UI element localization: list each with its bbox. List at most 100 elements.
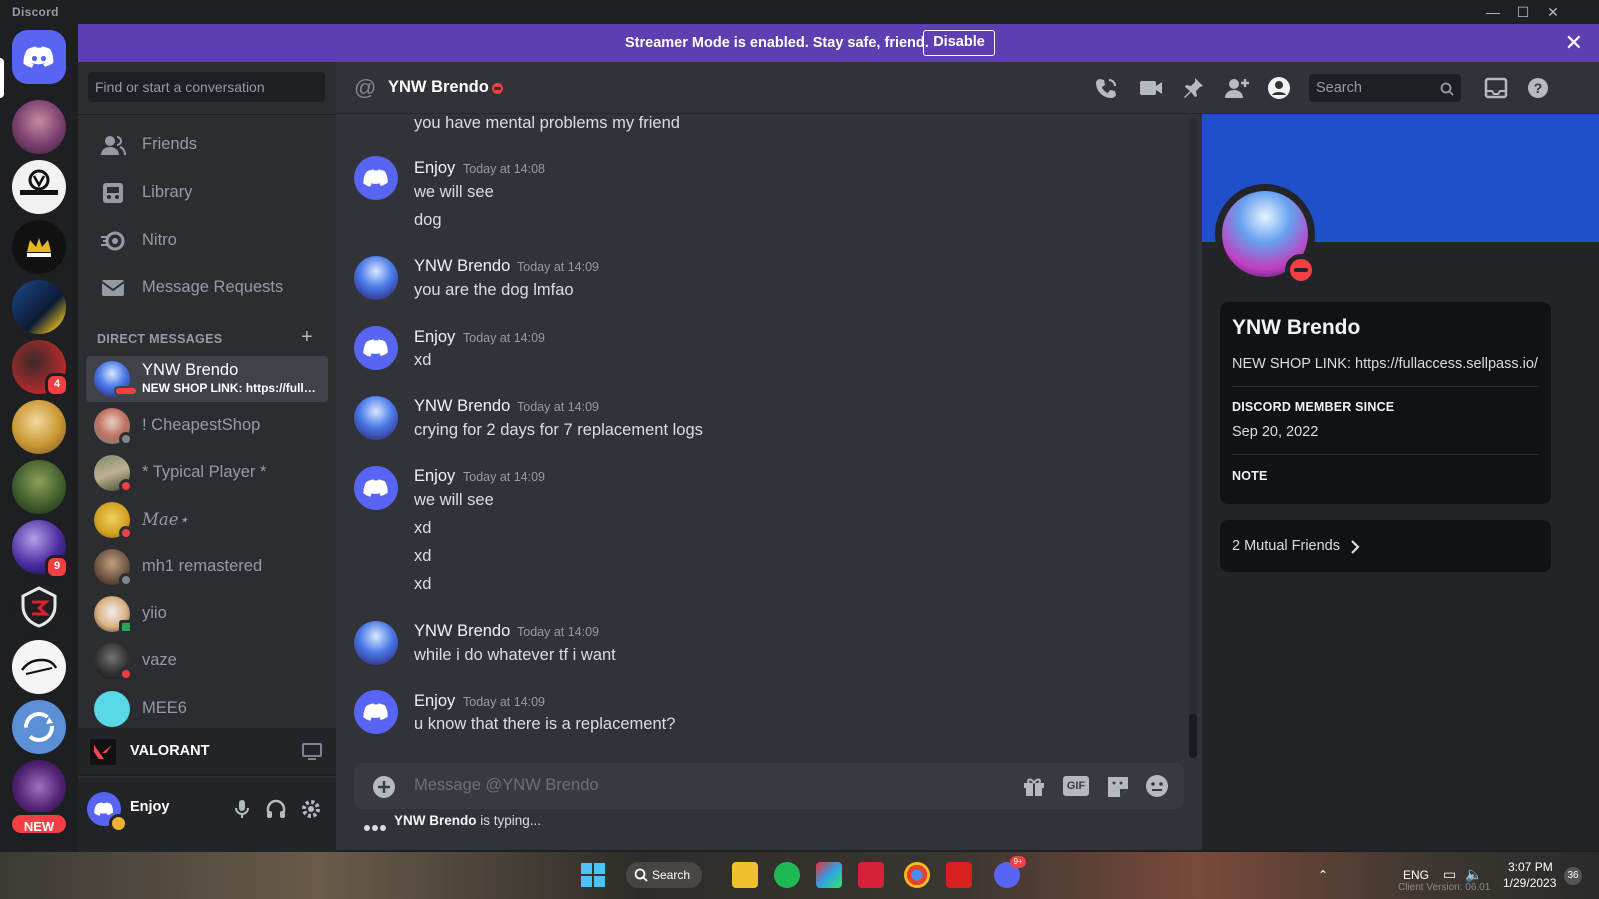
message-input[interactable]: Message @YNW Brendo [414,776,599,795]
taskbar-search[interactable]: Search [626,862,702,888]
message-author[interactable]: YNW Brendo [414,257,510,276]
server-icon[interactable] [12,760,66,814]
message-text: while i do whatever tf i want [414,646,616,664]
chevron-up-icon[interactable]: ⌃ [1318,868,1328,882]
message-author[interactable]: Enjoy [414,328,455,347]
add-attachment-icon[interactable] [372,775,396,799]
message-author[interactable]: Enjoy [414,692,455,711]
message-avatar[interactable] [354,256,398,300]
message-author[interactable]: Enjoy [414,467,455,486]
message-avatar[interactable] [354,326,398,370]
windows-start-icon[interactable] [580,862,606,888]
pin-icon[interactable] [1181,76,1207,100]
close-window-button[interactable]: ✕ [1538,2,1568,22]
sticker-icon[interactable] [1105,774,1131,798]
app-icon[interactable] [858,862,884,888]
dm-item-cheapestshop[interactable]: ! CheapestShop [86,403,328,449]
message-author[interactable]: YNW Brendo [414,397,510,416]
activity-panel: VALORANT [78,728,336,776]
dm-name: MEE6 [142,699,187,717]
user-profile-icon[interactable] [1267,76,1293,100]
message-text: we will see [414,183,494,201]
close-banner-icon[interactable]: ✕ [1565,30,1583,56]
dm-item-typical-player[interactable]: * Typical Player * [86,450,328,496]
create-dm-icon[interactable]: + [301,326,313,349]
voice-call-icon[interactable] [1094,76,1120,100]
file-explorer-icon[interactable] [732,862,758,888]
header-username[interactable]: YNW Brendo [388,78,489,97]
header-search-input[interactable]: Search [1309,74,1461,102]
network-icon[interactable]: ▭ [1443,866,1456,883]
mutual-friends-button[interactable]: 2 Mutual Friends [1220,520,1551,572]
video-call-icon[interactable] [1138,76,1164,100]
message-timestamp: Today at 14:09 [463,470,546,484]
chrome-icon[interactable] [904,862,930,888]
taskbar-search-label: Search [652,868,691,882]
pdf-reader-icon[interactable] [946,862,972,888]
language-indicator[interactable]: ENG [1403,868,1429,882]
server-icon[interactable] [12,160,66,214]
inbox-icon[interactable] [1483,76,1509,100]
spotify-icon[interactable] [774,862,800,888]
server-list: 4 9 NEW [0,24,78,852]
nav-message-requests[interactable]: Message Requests [86,267,328,309]
server-icon[interactable] [12,100,66,154]
clock-time[interactable]: 3:07 PM [1508,860,1553,874]
client-version-text: Client Version: 06.01 [1398,882,1491,893]
nav-library[interactable]: Library [86,172,328,214]
scrollbar-thumb[interactable] [1189,714,1197,758]
dm-item-mee6[interactable]: MEE6 [86,686,328,732]
server-icon[interactable] [12,700,66,754]
message-author[interactable]: YNW Brendo [414,622,510,641]
dm-item-ynw-brendo[interactable]: YNW Brendo NEW SHOP LINK: https://fullac… [86,356,328,402]
dm-item-mh1-remastered[interactable]: mh1 remastered [86,544,328,590]
message-timestamp: Today at 14:09 [517,400,600,414]
message-avatar[interactable] [354,396,398,440]
add-friend-icon[interactable] [1224,76,1250,100]
server-icon[interactable] [12,400,66,454]
emoji-icon[interactable] [1145,774,1171,798]
message-avatar[interactable] [354,156,398,200]
shield-logo-icon [21,586,57,628]
message-avatar[interactable] [354,621,398,665]
message-author[interactable]: Enjoy [414,159,455,178]
home-button[interactable] [12,30,66,84]
message-avatar[interactable] [354,690,398,734]
scrollbar-track[interactable] [1189,118,1197,758]
dm-item-mae[interactable]: 𝑀𝑎𝑒⋆ [86,497,328,543]
dm-item-vaze[interactable]: vaze [86,638,328,684]
headphones-icon[interactable] [265,798,287,820]
disable-streamer-button[interactable]: Disable [923,30,995,56]
conversation-search-input[interactable]: Find or start a conversation [88,72,325,102]
minimize-button[interactable]: — [1478,2,1508,22]
notification-count[interactable]: 36 [1564,867,1582,885]
help-icon[interactable]: ? [1526,76,1552,100]
settings-gear-icon[interactable] [300,798,322,820]
volume-icon[interactable]: 🔈 [1465,866,1482,883]
dm-header: DIRECT MESSAGES [97,332,223,346]
gift-icon[interactable] [1021,774,1047,798]
nav-nitro[interactable]: Nitro [86,220,328,262]
clock-date[interactable]: 1/29/2023 [1503,876,1556,890]
message-composer[interactable]: Message @YNW Brendo GIF [354,763,1184,809]
discord-logo-icon [363,169,388,187]
stream-screen-icon[interactable] [302,743,322,761]
server-icon[interactable] [12,280,66,334]
message-avatar[interactable] [354,466,398,510]
dnd-status-icon [119,526,133,540]
gif-button[interactable]: GIF [1063,776,1089,796]
search-icon [1440,82,1454,96]
maximize-button[interactable]: ☐ [1508,2,1538,22]
nav-friends[interactable]: Friends [86,124,328,166]
member-since-label: DISCORD MEMBER SINCE [1232,400,1395,414]
server-icon[interactable] [12,460,66,514]
app-icon[interactable] [816,862,842,888]
server-icon[interactable] [12,580,66,634]
server-icon[interactable] [12,220,66,274]
server-icon[interactable] [12,640,66,694]
offline-status-icon [119,432,133,446]
dm-item-yiio[interactable]: yiio [86,591,328,637]
microphone-icon[interactable] [231,798,253,820]
enjoy-logo-icon [21,658,58,675]
note-label[interactable]: NOTE [1232,469,1268,483]
